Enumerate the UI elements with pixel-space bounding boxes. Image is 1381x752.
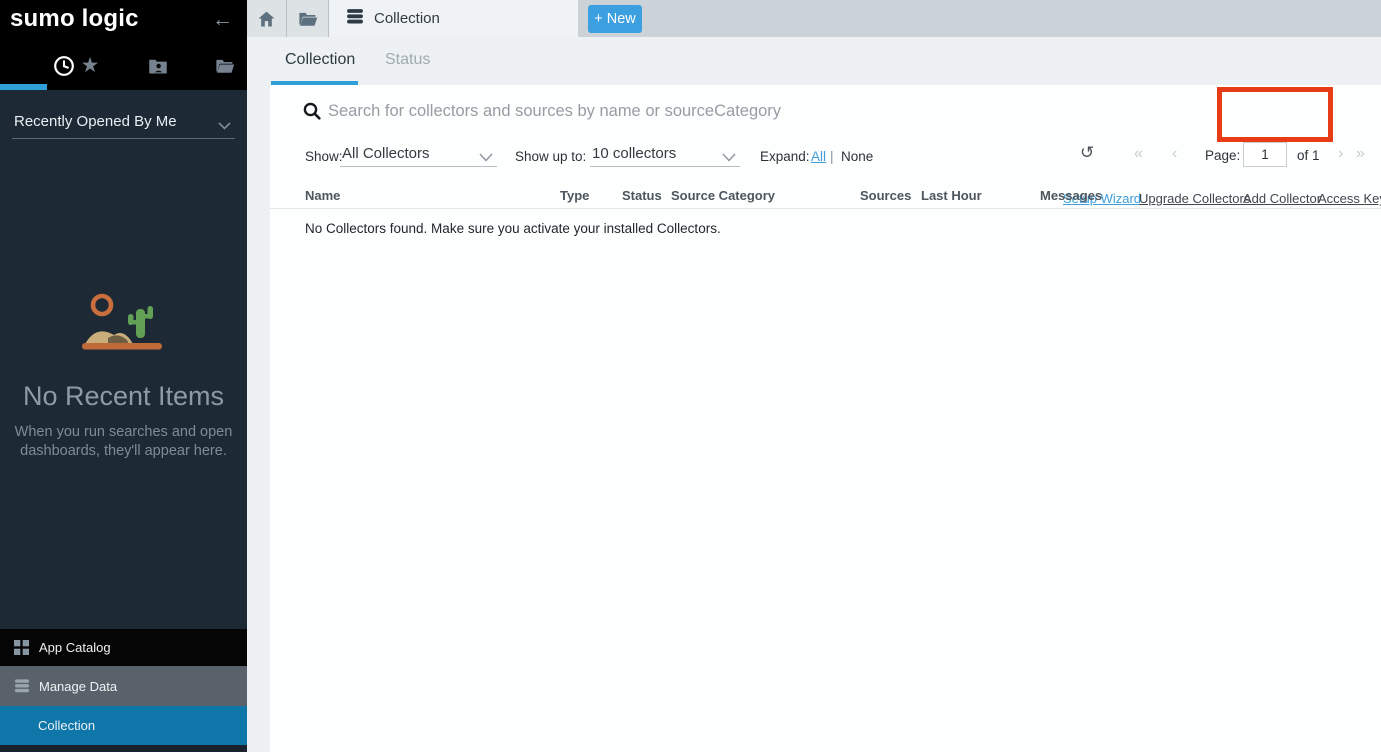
chevron-down-icon (722, 149, 736, 167)
column-header-messages[interactable]: Messages (1040, 188, 1102, 203)
column-header-last-hour[interactable]: Last Hour (921, 188, 982, 203)
chevron-down-icon (479, 149, 493, 167)
folder-icon (298, 11, 318, 27)
recently-opened-dropdown-value: Recently Opened By Me (14, 113, 177, 130)
collectors-table-header: Name Type Status Source Category Sources… (270, 183, 1381, 209)
recently-opened-dropdown[interactable]: Recently Opened By Me (12, 106, 235, 139)
subtab-collection[interactable]: Collection (285, 51, 355, 69)
no-recent-items-title: No Recent Items (0, 381, 247, 412)
sidebar-item-app-catalog[interactable]: App Catalog (0, 629, 247, 666)
sidebar-collapse-arrow-icon[interactable]: ← (212, 8, 233, 32)
sidebar: sumo logic ← ★ Recently Opened By Me (0, 0, 247, 752)
column-header-sources[interactable]: Sources (860, 188, 911, 203)
active-tab-indicator (0, 84, 47, 90)
sidebar-icon-nav: ★ (0, 50, 247, 84)
collection-content-panel: Setup Wizard Upgrade Collectors Add Coll… (270, 85, 1381, 752)
column-header-name[interactable]: Name (305, 188, 340, 203)
first-page-icon[interactable]: « (1134, 145, 1143, 163)
empty-table-message: No Collectors found. Make sure you activ… (305, 221, 721, 236)
show-filter-value: All Collectors (342, 145, 430, 162)
home-tab[interactable] (247, 0, 287, 37)
show-filter-label: Show: (305, 149, 343, 164)
subtab-status[interactable]: Status (385, 51, 430, 69)
app-grid-icon (14, 640, 30, 656)
last-page-icon[interactable]: » (1356, 145, 1365, 163)
new-button[interactable]: + New (588, 5, 642, 33)
sidebar-item-label: App Catalog (39, 640, 111, 655)
previous-page-icon[interactable]: ‹ (1172, 145, 1177, 163)
show-up-to-select[interactable]: 10 collectors (590, 140, 740, 167)
favorites-tab-star-icon[interactable]: ★ (77, 53, 103, 79)
expand-all-link[interactable]: All (811, 149, 826, 164)
expand-label: Expand: (760, 149, 810, 164)
sidebar-item-manage-data[interactable]: Manage Data (0, 666, 247, 706)
column-header-source-category[interactable]: Source Category (671, 188, 775, 203)
sidebar-item-label: Collection (38, 718, 95, 733)
show-up-to-value: 10 collectors (592, 145, 676, 162)
expand-separator: | (830, 149, 834, 164)
no-recent-items-caption: When you run searches and open dashboard… (0, 423, 247, 461)
search-icon (303, 102, 321, 125)
page-number-input[interactable] (1243, 142, 1287, 167)
next-page-icon[interactable]: › (1338, 145, 1343, 163)
page-count-label: of 1 (1297, 148, 1320, 163)
home-icon (258, 11, 275, 27)
tab-label: Collection (374, 10, 440, 27)
chevron-down-icon (218, 117, 231, 135)
search-input[interactable] (328, 97, 968, 125)
sidebar-bottom-filler (0, 745, 247, 752)
caption-line-2: dashboards, they'll appear here. (0, 442, 247, 461)
column-header-type[interactable]: Type (560, 188, 589, 203)
refresh-icon[interactable]: ↻ (1080, 143, 1094, 163)
expand-none-link[interactable]: None (841, 149, 873, 164)
caption-line-1: When you run searches and open (0, 423, 247, 442)
tab-collection[interactable]: Collection (329, 0, 578, 37)
sidebar-item-label: Manage Data (39, 679, 117, 694)
show-up-to-label: Show up to: (515, 149, 586, 164)
library-tab[interactable] (287, 0, 329, 37)
sidebar-header: sumo logic ← ★ (0, 0, 247, 90)
database-icon (346, 8, 364, 30)
secondary-tab-row: Collection Status (247, 37, 1381, 85)
database-icon (14, 678, 30, 694)
sidebar-item-collection[interactable]: Collection (0, 706, 247, 745)
column-header-status[interactable]: Status (622, 188, 662, 203)
show-filter-select[interactable]: All Collectors (340, 140, 497, 167)
tab-strip: Collection + New (247, 0, 1381, 37)
page-label: Page: (1205, 148, 1240, 163)
desert-empty-state-illustration (78, 288, 170, 363)
personal-folder-icon[interactable] (145, 53, 171, 79)
recents-tab-clock-icon[interactable] (51, 53, 77, 79)
sumo-logic-logo: sumo logic (10, 5, 139, 33)
shared-folder-icon[interactable] (212, 53, 238, 79)
app-window: sumo logic ← ★ Recently Opened By Me (0, 0, 1381, 752)
